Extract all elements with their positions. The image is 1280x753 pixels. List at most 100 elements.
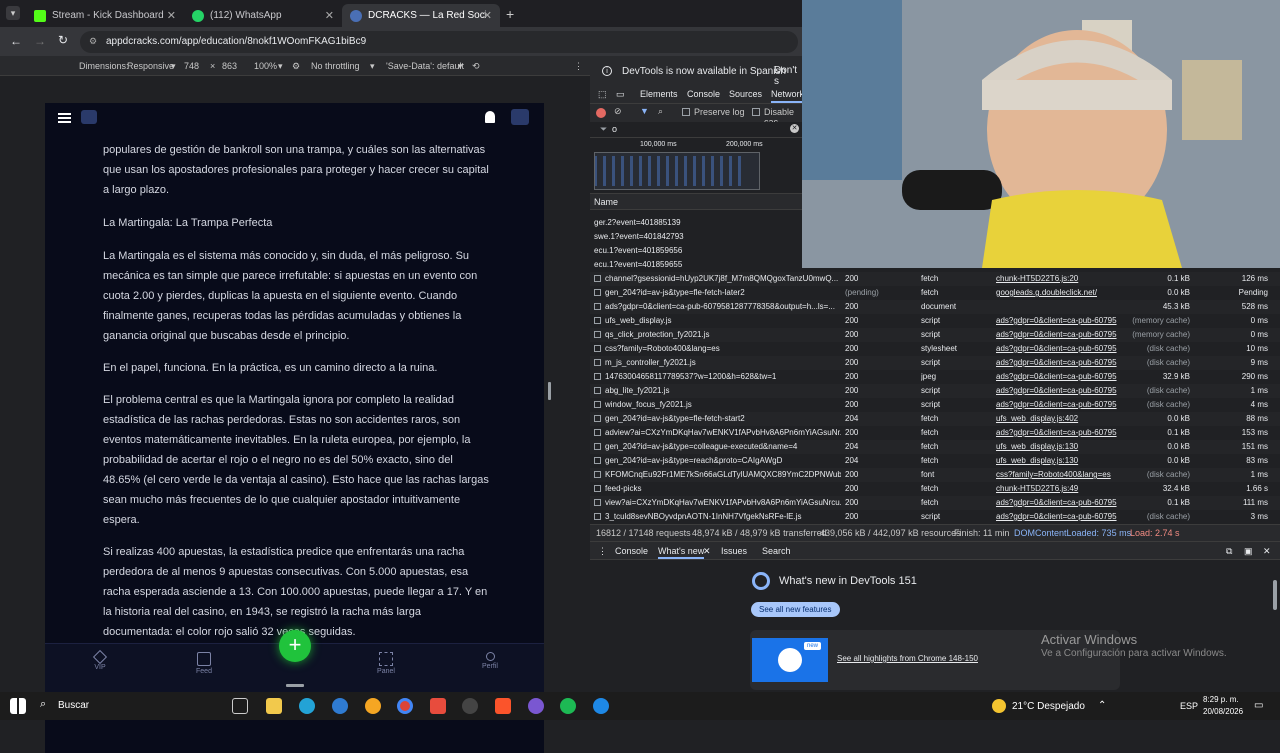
file-explorer-icon[interactable] (266, 698, 282, 714)
address-bar[interactable]: ⚙ appdcracks.com/app/education/8nokf1WOo… (80, 31, 798, 53)
edge-dev-icon[interactable] (332, 698, 348, 714)
request-row[interactable]: m_js_controller_fy2021.js 200 script ads?gd… (590, 356, 1280, 370)
request-initiator[interactable]: ufs_web_display.js:402 (996, 414, 1121, 423)
tab-network[interactable]: Network (771, 89, 805, 103)
request-name[interactable]: ger.2?event=401885139 (594, 218, 681, 227)
request-initiator[interactable]: ads?gdpr=0&client=ca-pub-60795 (996, 386, 1121, 395)
request-name[interactable]: ecu.1?event=401859655 (594, 260, 682, 269)
request-initiator[interactable]: ufs_web_display.js:130 (996, 442, 1121, 451)
save-data-select[interactable]: 'Save-Data': default (386, 61, 464, 71)
app-icon[interactable] (593, 698, 609, 714)
nav-vip[interactable]: VIP (75, 649, 125, 671)
request-row[interactable]: gen_204?id=av-js&type=colleague-executed… (590, 440, 1280, 454)
chevron-up-icon[interactable]: ⌃ (1098, 700, 1106, 711)
request-row[interactable]: view?ai=CXzYmDKqHav7wENKV1fAPvbHv8A6Pn6m… (590, 496, 1280, 510)
more-icon[interactable]: ⋮ (574, 61, 583, 72)
request-row[interactable]: gen_204?id=av-js&type=fle-fetch-start2 20… (590, 412, 1280, 426)
create-post-button[interactable]: + (279, 630, 311, 662)
edge-icon[interactable] (299, 698, 315, 714)
preserve-log-checkbox[interactable] (682, 108, 690, 116)
filter-input[interactable]: ⏷ o ✕ (590, 122, 802, 138)
drawer-menu-icon[interactable]: ⋮ (598, 546, 607, 557)
resize-handle-right[interactable] (548, 382, 551, 400)
request-initiator[interactable]: ads?gdpr=0&client=ca-pub-60795 (996, 400, 1121, 409)
request-row[interactable]: ufs_web_display.js 200 script ads?gdpr=0&cl… (590, 314, 1280, 328)
zoom-select[interactable]: 100% (254, 61, 277, 71)
close-icon[interactable]: ✕ (325, 9, 334, 22)
request-initiator[interactable]: chunk-HT5D22T6.js:49 (996, 484, 1121, 493)
tab-console[interactable]: Console (687, 89, 720, 99)
rotate-icon[interactable]: ⟲ (472, 61, 480, 72)
tab-sources[interactable]: Sources (729, 89, 762, 99)
brave-icon[interactable] (495, 698, 511, 714)
drawer-tab-whats-new[interactable]: What's new (658, 546, 705, 559)
request-row[interactable]: gen_204?id=av-js&type=fle-fetch-later2 (p… (590, 286, 1280, 300)
scrollbar[interactable] (1273, 580, 1277, 610)
clear-icon[interactable]: ⊘ (614, 106, 622, 117)
resize-handle-bottom[interactable] (286, 684, 304, 687)
chrome-canary-icon[interactable] (365, 698, 381, 714)
clear-filter-icon[interactable]: ✕ (790, 124, 799, 133)
request-initiator[interactable]: ads?gdpr=0&client=ca-pub-60795 (996, 372, 1121, 381)
app-icon[interactable] (462, 698, 478, 714)
drawer-tab-console[interactable]: Console (615, 546, 648, 556)
task-view-icon[interactable] (232, 698, 248, 714)
drawer-tab-search[interactable]: Search (762, 546, 791, 556)
throttling-select[interactable]: No throttling (311, 61, 360, 71)
dont-show-button[interactable]: Don't s (774, 65, 802, 87)
request-initiator[interactable]: ads?gdpr=0&client=ca-pub-60795 (996, 428, 1121, 437)
filter-icon[interactable]: ▼ (640, 106, 649, 116)
height-input[interactable]: 863 (222, 61, 237, 71)
request-row[interactable]: ads?gdpr=0&client=ca-pub-607958128777835… (590, 300, 1280, 314)
forward-icon[interactable]: → (34, 34, 46, 48)
close-icon[interactable]: ✕ (703, 546, 711, 557)
search-icon[interactable]: ⌕ (658, 106, 663, 117)
weather-text[interactable]: 21°C Despejado (1012, 701, 1085, 712)
bell-icon[interactable] (485, 111, 495, 123)
see-all-features-button[interactable]: See all new features (751, 602, 840, 617)
request-row[interactable]: 14763004658117789537?w=1200&h=628&tw=1 20… (590, 370, 1280, 384)
new-tab-button[interactable]: + (506, 6, 514, 22)
request-row[interactable]: adview?ai=CXzYmDKqHav7wENKV1fAPvbHv8A6Pn… (590, 426, 1280, 440)
request-initiator[interactable]: googleads.g.doubleclick.net/ (996, 288, 1121, 297)
undock-icon[interactable]: ▣ (1244, 546, 1253, 557)
close-drawer-icon[interactable]: ✕ (1263, 546, 1271, 557)
request-row[interactable]: css?family=Roboto400&lang=es 200 styleshee… (590, 342, 1280, 356)
back-icon[interactable]: ← (10, 34, 22, 48)
request-row[interactable]: qs_click_protection_fy2021.js 200 script ad… (590, 328, 1280, 342)
clock-time[interactable]: 8:29 p. m. (1203, 695, 1239, 704)
request-initiator[interactable]: ads?gdpr=0&client=ca-pub-60795 (996, 344, 1121, 353)
record-icon[interactable] (596, 108, 606, 118)
request-initiator[interactable]: css?family=Roboto400&lang=es (996, 470, 1121, 479)
spotify-icon[interactable] (560, 698, 576, 714)
close-icon[interactable]: ✕ (167, 9, 176, 22)
request-row[interactable]: KFOMCnqEu92Fr1ME7kSn66aGLdTylUAMQXC89YmC… (590, 468, 1280, 482)
request-name[interactable]: swe.1?event=401842793 (594, 232, 684, 241)
disable-cache-checkbox[interactable] (752, 108, 760, 116)
inspect-icon[interactable]: ⬚ (598, 89, 607, 100)
device-icon[interactable]: ▭ (616, 89, 625, 100)
request-initiator[interactable]: chunk-HT5D22T6.js:20 (996, 274, 1121, 283)
request-row[interactable]: window_focus_fy2021.js 200 script ads?gdpr=… (590, 398, 1280, 412)
dock-icon[interactable]: ⧉ (1226, 546, 1232, 557)
app-icon[interactable] (430, 698, 446, 714)
request-row[interactable]: gen_204?id=av-js&type=reach&proto=CAIgAW… (590, 454, 1280, 468)
request-row[interactable]: abg_lite_fy2021.js 200 script ads?gdpr=0&cl… (590, 384, 1280, 398)
reload-icon[interactable]: ↻ (58, 33, 68, 47)
notification-icon[interactable]: ▭ (1254, 700, 1263, 711)
request-initiator[interactable]: ads?gdpr=0&client=ca-pub-60795 (996, 358, 1121, 367)
request-row[interactable]: channel?gsessionid=hUyp2UK7j8f_M7m8QMQgo… (590, 272, 1280, 286)
site-info-icon[interactable]: ⚙ (89, 36, 97, 47)
nav-feed[interactable]: Feed (179, 652, 229, 675)
dimensions-select[interactable]: Responsive (127, 61, 174, 71)
request-initiator[interactable]: ads?gdpr=0&client=ca-pub-60795 (996, 512, 1121, 521)
nav-panel[interactable]: Panel (361, 652, 411, 675)
width-input[interactable]: 748 (184, 61, 199, 71)
menu-icon[interactable] (58, 113, 71, 123)
drawer-tab-issues[interactable]: Issues (721, 546, 747, 556)
request-initiator[interactable]: ads?gdpr=0&client=ca-pub-60795 (996, 498, 1121, 507)
taskbar-search[interactable]: ⌕ Buscar (34, 696, 224, 716)
name-column-header[interactable]: Name (590, 194, 802, 210)
video-thumbnail[interactable]: new (752, 638, 828, 682)
tab-kick[interactable]: Stream - Kick Dashboard ✕ (26, 4, 184, 27)
